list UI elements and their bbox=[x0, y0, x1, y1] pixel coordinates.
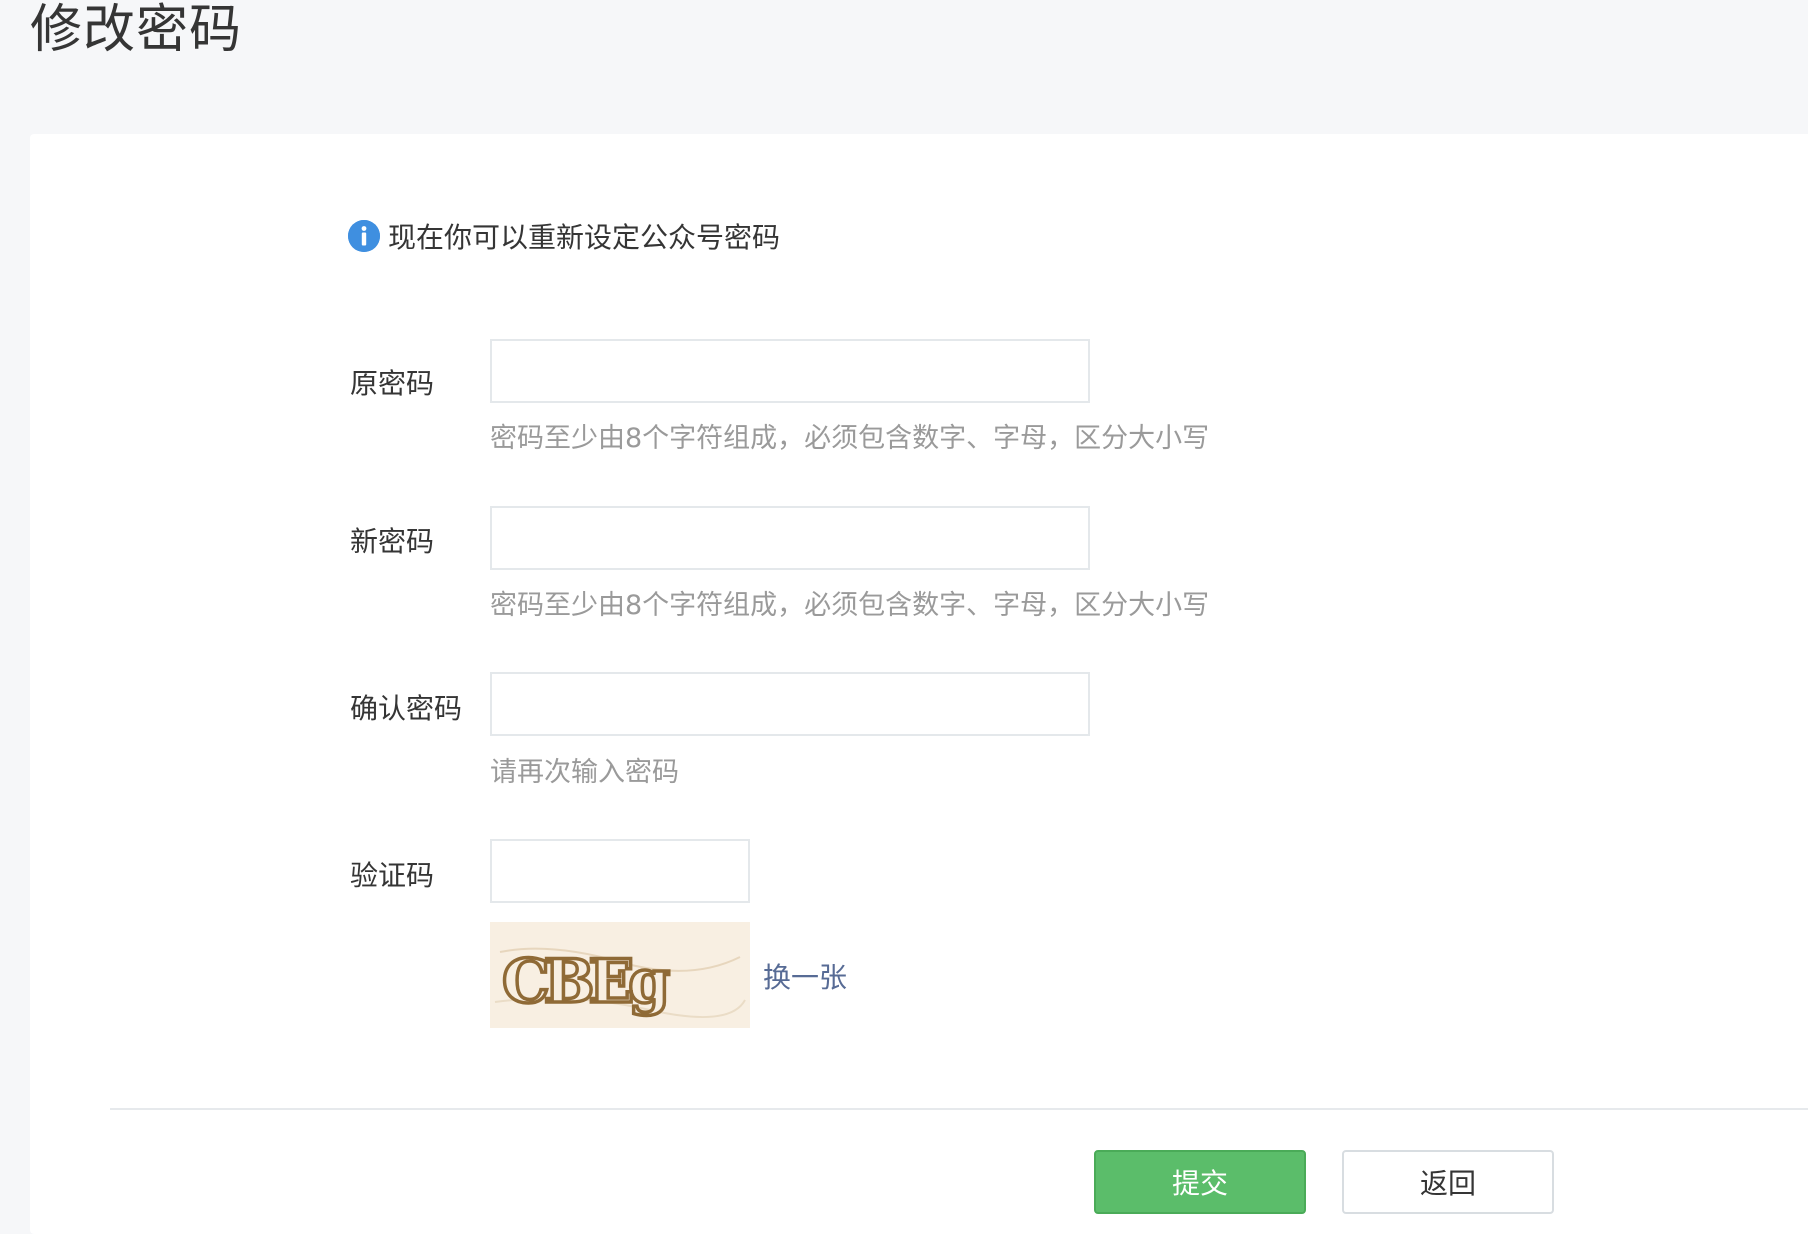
page-title: 修改密码 bbox=[30, 0, 243, 60]
old-password-label: 原密码 bbox=[350, 367, 435, 400]
old-password-input[interactable] bbox=[490, 339, 1090, 403]
notice-text: 现在你可以重新设定公众号密码 bbox=[388, 221, 781, 254]
new-password-hint: 密码至少由8个字符组成，必须包含数字、字母，区分大小写 bbox=[490, 590, 1210, 621]
notice-banner: 现在你可以重新设定公众号密码 bbox=[348, 218, 780, 254]
new-password-input[interactable] bbox=[490, 506, 1090, 570]
divider bbox=[110, 1108, 1808, 1110]
captcha-text: CBEg bbox=[502, 947, 669, 1017]
back-button[interactable]: 返回 bbox=[1342, 1150, 1554, 1214]
confirm-password-input[interactable] bbox=[490, 672, 1090, 736]
submit-button[interactable]: 提交 bbox=[1094, 1150, 1306, 1214]
confirm-password-hint: 请再次输入密码 bbox=[490, 757, 679, 788]
info-icon bbox=[348, 220, 380, 252]
captcha-image[interactable]: CBEg bbox=[490, 922, 750, 1028]
captcha-input[interactable] bbox=[490, 839, 750, 903]
old-password-hint: 密码至少由8个字符组成，必须包含数字、字母，区分大小写 bbox=[490, 423, 1210, 454]
new-password-label: 新密码 bbox=[350, 525, 435, 558]
captcha-label: 验证码 bbox=[350, 859, 435, 892]
refresh-captcha-link[interactable]: 换一张 bbox=[763, 956, 847, 996]
confirm-password-label: 确认密码 bbox=[350, 692, 463, 725]
